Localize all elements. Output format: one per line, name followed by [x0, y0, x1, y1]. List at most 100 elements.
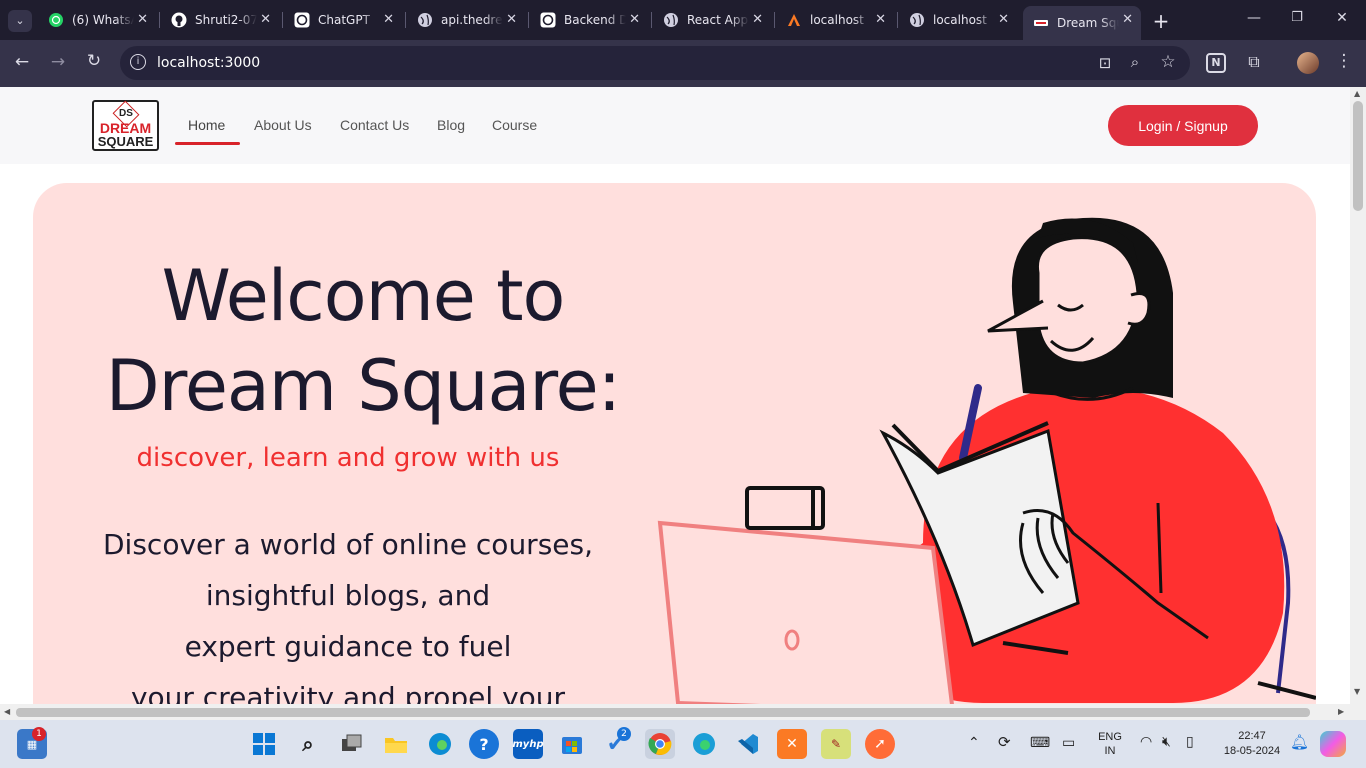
copilot-icon[interactable]	[1320, 731, 1346, 757]
restore-icon[interactable]: ❐	[1285, 10, 1309, 25]
hero-desc-line: your creativity and propel your	[130, 681, 566, 704]
sticky-tool-icon[interactable]: ✎	[821, 729, 851, 759]
tab-react-app[interactable]: React App ✕	[653, 6, 771, 34]
tab-label: Dream Square	[1057, 16, 1119, 30]
hero-subtitle: discover, learn and grow with us	[136, 443, 560, 473]
hp-icon[interactable]: myhp	[512, 729, 544, 759]
postman-icon[interactable]: ➚	[865, 729, 895, 759]
vertical-scroll-thumb[interactable]	[1353, 101, 1363, 211]
hero-title: Welcome to Dream Square:	[63, 251, 663, 431]
bookmark-star-icon[interactable]: ☆	[1156, 52, 1180, 72]
tab-chatgpt[interactable]: ChatGPT ✕	[284, 6, 402, 34]
address-bar[interactable]: i localhost:3000 ⊡ ⌕ ☆	[120, 46, 1190, 80]
tab-github[interactable]: Shruti2-07 ✕	[161, 6, 279, 34]
xampp-icon[interactable]: ✕	[777, 729, 807, 759]
hero-illustration	[657, 217, 1316, 704]
profile-avatar[interactable]	[1297, 52, 1319, 74]
browser-toolbar: ← → ↻ i localhost:3000 ⊡ ⌕ ☆ N ⧉ ⋮	[0, 40, 1366, 87]
forward-icon[interactable]: →	[46, 52, 70, 72]
tab-dream-square[interactable]: Dream Square ✕	[1023, 6, 1141, 40]
close-tab-icon[interactable]: ✕	[260, 12, 271, 27]
start-windows-icon[interactable]	[249, 729, 279, 759]
wifi-icon[interactable]: ◠	[1140, 733, 1152, 750]
hero-title-line2: Dream Square:	[105, 345, 622, 427]
horizontal-scrollbar[interactable]: ◀ ▶	[0, 704, 1350, 720]
login-signup-button[interactable]: Login / Signup	[1108, 105, 1258, 146]
notification-bell-icon[interactable]: 🔔︎	[1290, 733, 1309, 751]
edge-beta-icon[interactable]	[689, 729, 719, 759]
browser-tab-bar: ⌄ (6) WhatsApp ✕ Shruti2-07 ✕ ChatGPT ✕ …	[0, 0, 1366, 40]
todo-badge: 2	[617, 727, 631, 741]
vertical-scrollbar[interactable]: ▲ ▼	[1350, 87, 1366, 720]
scroll-left-icon[interactable]: ◀	[4, 707, 10, 716]
scroll-down-icon[interactable]: ▼	[1354, 687, 1360, 696]
notion-extension-icon[interactable]: N	[1206, 53, 1226, 73]
nav-about-us[interactable]: About Us	[254, 117, 312, 133]
tab-label: ChatGPT	[318, 13, 370, 27]
hero-section: Welcome to Dream Square: discover, learn…	[33, 183, 1316, 704]
tab-label: Backend Develop	[564, 13, 626, 27]
language-indicator[interactable]: ENG IN	[1093, 730, 1127, 758]
close-tab-icon[interactable]: ✕	[752, 12, 763, 27]
battery-icon[interactable]: ▯	[1186, 733, 1194, 750]
zoom-icon[interactable]: ⌕	[1123, 53, 1147, 71]
tab-label: Shruti2-07	[195, 13, 257, 27]
search-icon[interactable]: ⌕	[293, 729, 323, 759]
nav-contact-us[interactable]: Contact Us	[340, 117, 409, 133]
close-tab-icon[interactable]: ✕	[137, 12, 148, 27]
tab-localhost[interactable]: localhost ✕	[899, 6, 1017, 34]
lang-line1: ENG	[1098, 731, 1122, 743]
extensions-puzzle-icon[interactable]: ⧉	[1242, 52, 1266, 72]
site-info-icon[interactable]: i	[130, 54, 146, 70]
chatgpt-icon	[540, 12, 556, 28]
tab-label: localhost	[810, 13, 864, 27]
nav-home[interactable]: Home	[188, 117, 225, 133]
nav-blog[interactable]: Blog	[437, 117, 465, 133]
show-hidden-icons[interactable]: ⌃	[968, 734, 980, 751]
close-tab-icon[interactable]: ✕	[875, 12, 886, 27]
close-tab-icon[interactable]: ✕	[1122, 12, 1133, 27]
menu-kebab-icon[interactable]: ⋮	[1332, 51, 1356, 71]
lang-line2: IN	[1104, 745, 1116, 757]
close-tab-icon[interactable]: ✕	[998, 12, 1009, 27]
get-help-icon[interactable]: ?	[469, 729, 499, 759]
close-tab-icon[interactable]: ✕	[383, 12, 394, 27]
sync-icon[interactable]: ⟳	[998, 733, 1011, 751]
task-view-icon[interactable]	[337, 729, 367, 759]
install-app-icon[interactable]: ⊡	[1093, 54, 1117, 72]
file-explorer-icon[interactable]	[381, 729, 411, 759]
chatgpt-icon	[294, 12, 310, 28]
close-tab-icon[interactable]: ✕	[629, 12, 640, 27]
tab-localhost-xampp[interactable]: localhost ✕	[776, 6, 894, 34]
hero-description: Discover a world of online courses, insi…	[73, 519, 623, 704]
minimize-icon[interactable]: —	[1242, 10, 1266, 26]
edge-icon[interactable]	[425, 729, 455, 759]
hero-desc-line: Discover a world of online courses,	[103, 528, 593, 561]
microsoft-store-icon[interactable]	[557, 729, 587, 759]
back-icon[interactable]: ←	[10, 52, 34, 72]
reload-icon[interactable]: ↻	[82, 51, 106, 71]
tab-whatsapp[interactable]: (6) WhatsApp ✕	[38, 6, 156, 34]
chrome-icon[interactable]	[645, 729, 675, 759]
close-tab-icon[interactable]: ✕	[506, 12, 517, 27]
tab-search-dropdown-icon[interactable]: ⌄	[8, 10, 32, 32]
tab-api[interactable]: api.thedreamsquare ✕	[407, 6, 525, 34]
keyboard-icon[interactable]: ⌨	[1030, 734, 1050, 751]
new-tab-icon[interactable]: +	[1149, 9, 1173, 33]
display-icon[interactable]: ▭	[1062, 734, 1075, 751]
volume-muted-icon[interactable]: 🔇︎	[1162, 733, 1171, 750]
scroll-up-icon[interactable]: ▲	[1354, 89, 1360, 98]
close-window-icon[interactable]: ✕	[1330, 10, 1354, 26]
tab-label: (6) WhatsApp	[72, 13, 134, 27]
github-icon	[171, 12, 187, 28]
horizontal-scroll-thumb[interactable]	[16, 708, 1310, 717]
tab-backend[interactable]: Backend Develop ✕	[530, 6, 648, 34]
logo-text-square: SQUARE	[97, 134, 154, 149]
scroll-right-icon[interactable]: ▶	[1338, 707, 1344, 716]
tab-label: localhost	[933, 13, 987, 27]
vscode-icon[interactable]	[733, 729, 763, 759]
hero-desc-line: expert guidance to fuel	[184, 630, 512, 663]
clock[interactable]: 22:47 18-05-2024	[1216, 729, 1288, 759]
nav-course[interactable]: Course	[492, 117, 537, 133]
site-logo[interactable]: DS DREAM SQUARE	[92, 100, 159, 151]
